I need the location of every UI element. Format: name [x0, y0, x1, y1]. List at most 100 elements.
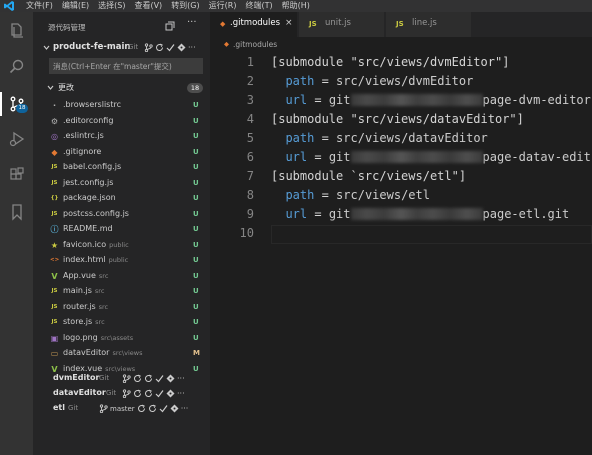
file-row[interactable]: ▣ logo.png src\assets U	[33, 331, 210, 347]
js-icon: JS	[51, 319, 58, 325]
source-control-icon[interactable]: 18	[0, 91, 33, 117]
file-row[interactable]: ◆ .gitignore U	[33, 145, 210, 161]
breadcrumb-file[interactable]: .gitmodules	[233, 40, 277, 49]
file-row[interactable]: ▭ datavEditor src\views M	[33, 346, 210, 362]
branch-icon[interactable]	[144, 43, 153, 52]
refresh-icon[interactable]	[133, 374, 142, 383]
menu-edit[interactable]: 编辑(E)	[62, 0, 89, 12]
file-name-text: .editorconfig	[63, 115, 114, 125]
git-diamond-icon[interactable]	[166, 374, 175, 383]
explorer-icon[interactable]	[0, 18, 33, 44]
refresh-icon[interactable]	[133, 389, 142, 398]
close-icon[interactable]: ×	[285, 18, 293, 28]
file-status: U	[193, 271, 199, 280]
refresh-icon[interactable]	[148, 404, 157, 413]
file-row[interactable]: ⓘ README.md U	[33, 222, 210, 238]
search-icon[interactable]	[0, 54, 33, 80]
vscode-logo-icon	[4, 1, 14, 11]
file-name: babel.config.js	[63, 162, 121, 171]
more-icon[interactable]: ···	[177, 389, 185, 398]
extensions-icon[interactable]	[0, 162, 33, 188]
commit-check-icon[interactable]	[166, 43, 175, 52]
tab-line-js[interactable]: JS line.js	[386, 12, 472, 37]
file-row[interactable]: ◎ .eslintrc.js U	[33, 129, 210, 145]
file-row[interactable]: ★ favicon.ico public U	[33, 238, 210, 254]
file-row[interactable]: ⚙ .editorconfig U	[33, 114, 210, 130]
file-row[interactable]: V App.vue src U	[33, 269, 210, 285]
line-number: 2	[246, 74, 254, 88]
file-row[interactable]: JS jest.config.js U	[33, 176, 210, 192]
more-icon[interactable]: ···	[181, 404, 189, 413]
file-status: U	[193, 178, 199, 187]
js-file-icon: JS	[309, 20, 317, 28]
menu-file[interactable]: 文件(F)	[26, 0, 53, 12]
bookmark-icon[interactable]	[0, 199, 33, 225]
repo-row-etl[interactable]: etl Git master ···	[33, 401, 210, 416]
breadcrumb: ◆ .gitmodules	[210, 37, 592, 53]
js-file-icon: JS	[396, 20, 404, 28]
refresh-icon[interactable]	[144, 389, 153, 398]
file-row[interactable]: JS babel.config.js U	[33, 160, 210, 176]
file-name: router.js src	[63, 302, 108, 311]
file-row[interactable]: {} package.json U	[33, 191, 210, 207]
commit-check-icon[interactable]	[155, 389, 164, 398]
file-name: App.vue src	[63, 271, 108, 280]
menu-view[interactable]: 查看(V)	[134, 0, 162, 12]
more-icon[interactable]: ···	[177, 374, 185, 383]
file-row[interactable]: · .browserslistrc U	[33, 98, 210, 114]
git-diamond-icon[interactable]	[166, 389, 175, 398]
changes-group-header[interactable]: 更改 18	[33, 80, 210, 95]
menu-selection[interactable]: 选择(S)	[98, 0, 125, 12]
repo-row-datavEditor[interactable]: datavEditor Git ···	[33, 386, 210, 401]
branch-icon[interactable]	[122, 374, 131, 383]
gear-icon: ⚙	[50, 116, 59, 126]
editor-tabs: ◆ .gitmodules × JS unit.js JS line.js	[210, 12, 592, 37]
line-number: 5	[246, 131, 254, 145]
repo-actions: master ···	[99, 403, 188, 414]
code-line: url = git page-dvm-editor	[271, 93, 590, 107]
more-actions-icon[interactable]: ···	[187, 18, 197, 28]
repo-actions: ···	[122, 388, 185, 399]
file-name: .gitignore	[63, 147, 101, 156]
file-row[interactable]: JS store.js src U	[33, 315, 210, 331]
title-bar: 文件(F) 编辑(E) 选择(S) 查看(V) 转到(G) 运行(R) 终端(T…	[0, 0, 592, 12]
git-diamond-icon[interactable]	[177, 43, 186, 52]
line-number: 6	[246, 150, 254, 164]
file-name-text: logo.png	[63, 332, 98, 342]
repo-row-main[interactable]: product-fe-main Git ···	[33, 40, 210, 55]
file-name-text: .gitignore	[63, 146, 102, 156]
commit-check-icon[interactable]	[155, 374, 164, 383]
git-diamond-icon[interactable]	[170, 404, 179, 413]
config-key: path	[285, 131, 315, 145]
branch-icon[interactable]	[122, 389, 131, 398]
commit-check-icon[interactable]	[159, 404, 168, 413]
repo-row-dvmEditor[interactable]: dvmEditor Git ···	[33, 371, 210, 386]
refresh-icon[interactable]	[155, 43, 164, 52]
run-debug-icon[interactable]	[0, 126, 33, 152]
file-row[interactable]: JS main.js src U	[33, 284, 210, 300]
menu-run[interactable]: 运行(R)	[209, 0, 237, 12]
commit-message-input[interactable]	[50, 59, 202, 73]
file-row[interactable]: JS router.js src U	[33, 300, 210, 316]
tab-unit-js[interactable]: JS unit.js	[299, 12, 385, 37]
file-row[interactable]: JS postcss.config.js U	[33, 207, 210, 223]
file-status: U	[193, 287, 199, 295]
refresh-icon[interactable]	[137, 404, 146, 413]
more-icon[interactable]: ···	[188, 43, 196, 52]
branch-icon[interactable]	[99, 404, 108, 413]
menu-terminal[interactable]: 终端(T)	[245, 0, 272, 12]
tab-gitmodules[interactable]: ◆ .gitmodules ×	[210, 12, 298, 37]
collapse-all-icon[interactable]	[165, 21, 175, 31]
refresh-icon[interactable]	[144, 374, 153, 383]
file-row[interactable]: <> index.html public U	[33, 253, 210, 269]
menu-go[interactable]: 转到(G)	[171, 0, 199, 12]
folder-icon: ▭	[50, 349, 59, 358]
js-icon: JS	[51, 288, 58, 294]
file-name: index.html public	[63, 255, 128, 264]
config-value: src/views/etl	[336, 188, 430, 202]
line-number: 8	[246, 188, 254, 202]
file-name: store.js src	[63, 317, 105, 326]
code-editor[interactable]: 1 [submodule "src/views/dvmEditor"] 2 path…	[210, 53, 592, 455]
commit-message-box	[49, 58, 203, 74]
menu-help[interactable]: 帮助(H)	[282, 0, 310, 12]
